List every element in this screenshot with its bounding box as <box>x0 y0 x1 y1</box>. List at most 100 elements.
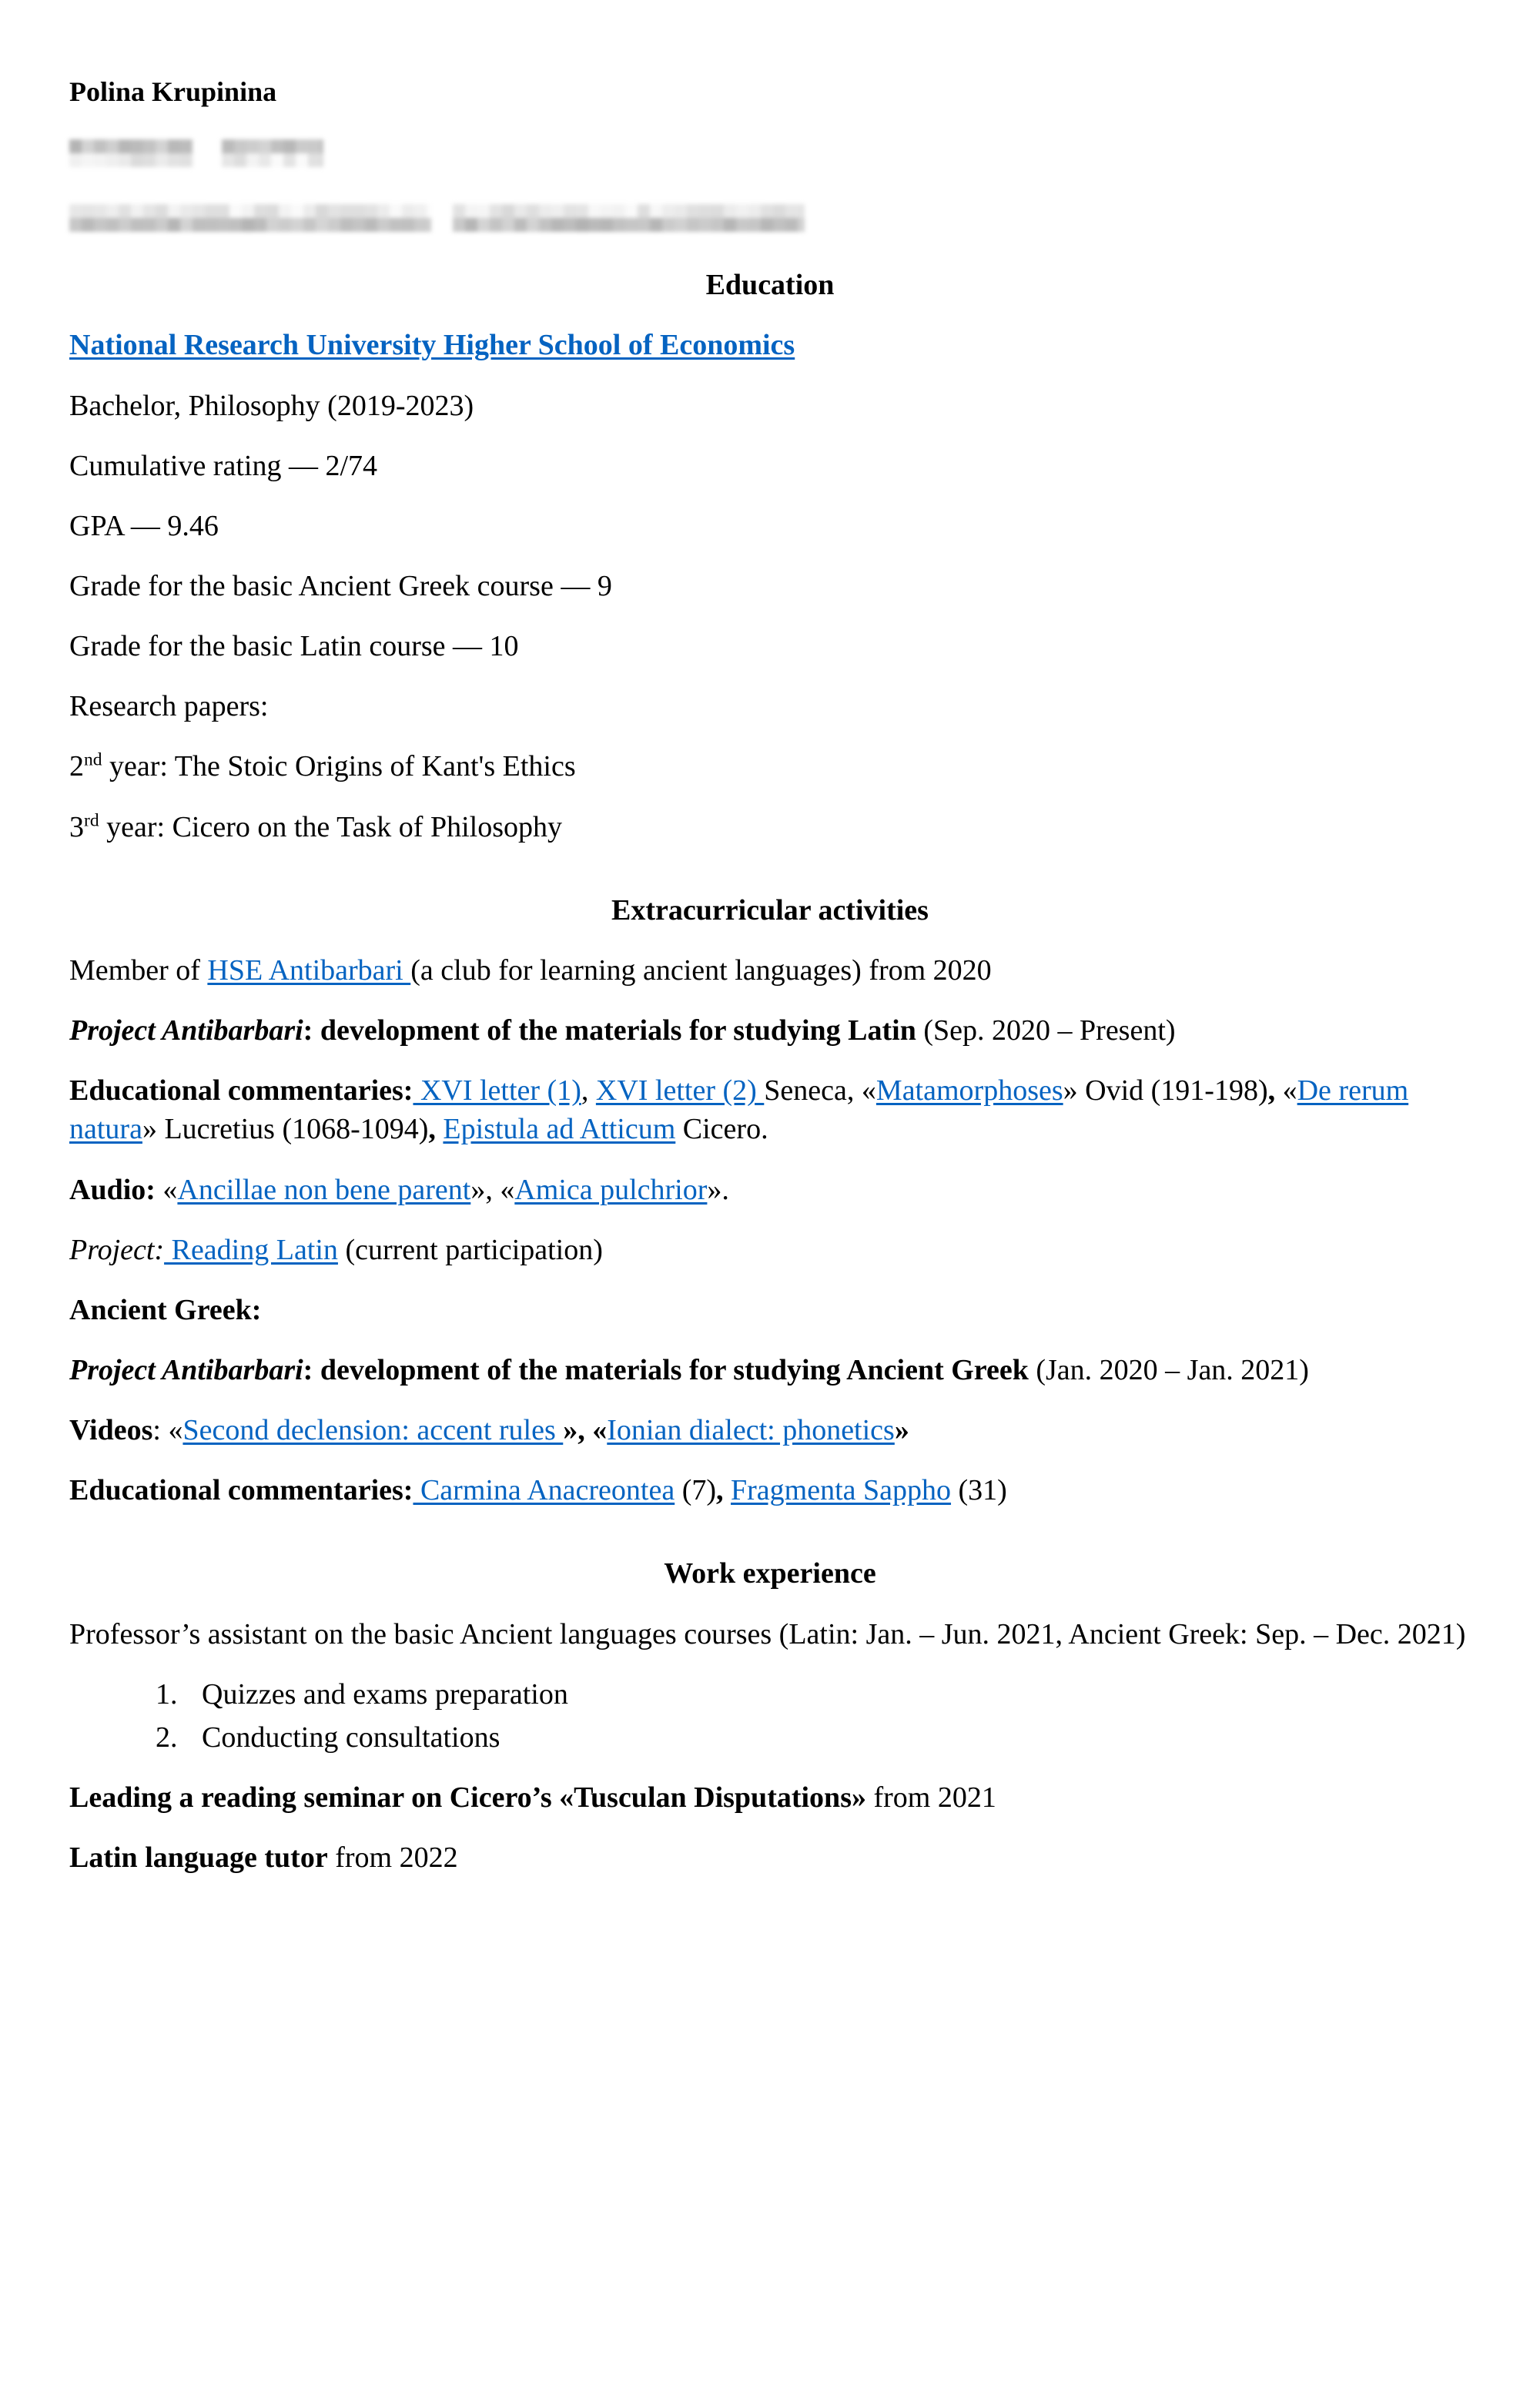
redaction-block <box>69 204 805 235</box>
redaction-pixel <box>736 218 748 233</box>
link-reading-latin[interactable]: Reading Latin <box>164 1234 338 1266</box>
redacted-contact-line-2 <box>69 204 1471 235</box>
redaction-pixel <box>69 153 82 168</box>
redaction-pixel <box>143 139 156 154</box>
reading-project-suffix: (current participation) <box>337 1233 603 1266</box>
redaction-pixel <box>279 204 291 219</box>
link-matamorphoses[interactable]: Matamorphoses <box>876 1074 1063 1107</box>
redaction-pixel <box>613 218 625 233</box>
redaction-pixel <box>254 218 266 233</box>
list-item: Conducting consultations <box>185 1718 1471 1757</box>
ordinal-number: 2 <box>69 750 84 783</box>
redaction-pixel <box>402 204 414 219</box>
redaction-pixel <box>316 218 328 233</box>
redaction-pixel <box>748 204 761 219</box>
redaction-pixel <box>291 204 303 219</box>
redaction-pixel <box>414 218 427 233</box>
author-seneca: Seneca, « <box>764 1074 876 1107</box>
link-ionian-dialect-phonetics[interactable]: Ionian dialect: phonetics <box>607 1414 895 1446</box>
redaction-pixel <box>234 153 246 168</box>
link-carmina-anacreontea[interactable]: Carmina Anacreontea <box>413 1474 675 1506</box>
ordinal-number: 3 <box>69 810 84 843</box>
research-paper-year-2: 2nd year: The Stoic Origins of Kant's Et… <box>69 747 1471 786</box>
redaction-pixel <box>168 218 180 233</box>
redaction-pixel <box>601 218 613 233</box>
ordinal-suffix: nd <box>84 749 102 770</box>
redacted-contact-line-1 <box>69 139 1471 170</box>
link-second-declension-accent-rules[interactable]: Second declension: accent rules <box>182 1414 563 1446</box>
tutor-title: Latin language tutor <box>69 1841 328 1875</box>
page-title: Polina Krupinina <box>69 76 277 107</box>
redaction-pixel <box>283 139 296 154</box>
extracurricular-membership: Member of HSE Antibarbari (a club for le… <box>69 951 1471 990</box>
redaction-pixel <box>377 218 390 233</box>
redaction-pixel <box>453 204 465 219</box>
redaction-pixel <box>143 153 156 168</box>
work-tutor-line: Latin language tutor from 2022 <box>69 1838 1471 1877</box>
redaction-pixel <box>119 204 131 219</box>
reading-project-line: Project: Reading Latin (current particip… <box>69 1231 1471 1269</box>
redaction-pixel <box>414 204 427 219</box>
redaction-pixel <box>798 218 805 233</box>
redaction-pixel <box>242 204 254 219</box>
redaction-pixel <box>242 218 254 233</box>
seminar-title: Leading a reading seminar on Cicero’s «T… <box>69 1781 866 1815</box>
link-fragmenta-sappho[interactable]: Fragmenta Sappho <box>731 1474 951 1506</box>
ancient-greek-label-text: Ancient Greek: <box>69 1293 262 1326</box>
redaction-pixel <box>246 139 259 154</box>
redaction-pixel <box>353 204 365 219</box>
link-ancillae-non-bene-parent[interactable]: Ancillae non bene parent <box>177 1174 470 1206</box>
link-xvi-letter-1[interactable]: XVI letter (1) <box>413 1074 581 1107</box>
redaction-pixel <box>736 204 748 219</box>
ordinal-suffix: rd <box>84 809 99 830</box>
redaction-pixel <box>477 218 490 233</box>
quote-mid: », « <box>563 1414 608 1447</box>
redaction-pixel <box>427 204 431 219</box>
ancient-greek-label: Ancient Greek: <box>69 1291 1471 1329</box>
resume-page: Polina Krupinina Education National Rese… <box>0 0 1540 2406</box>
redaction-pixel <box>798 204 805 219</box>
redaction-pixel <box>365 204 377 219</box>
redaction-pixel <box>291 218 303 233</box>
link-amica-pulchrior[interactable]: Amica pulchrior <box>514 1174 707 1206</box>
redaction-pixel <box>320 153 323 168</box>
redaction-pixel <box>259 153 271 168</box>
link-xvi-letter-2[interactable]: XVI letter (2) <box>596 1074 764 1107</box>
redaction-pixel <box>514 204 527 219</box>
redaction-pixel <box>308 153 320 168</box>
redaction-pixel <box>119 153 131 168</box>
redaction-pixel <box>69 204 82 219</box>
section-heading-education: Education <box>705 269 835 302</box>
redaction-pixel <box>283 153 296 168</box>
redaction-pixel <box>217 204 229 219</box>
redaction-pixel <box>353 218 365 233</box>
greek-project-title: Project Antibarbari <box>69 1354 303 1386</box>
redaction-pixel <box>551 204 564 219</box>
link-hse-antibarbari[interactable]: HSE Antibarbari <box>207 954 410 987</box>
link-hse-university[interactable]: National Research University Higher Scho… <box>69 329 795 361</box>
redaction-pixel <box>650 218 662 233</box>
redaction-pixel <box>613 204 625 219</box>
redaction-pixel <box>254 204 266 219</box>
latin-project-title: Project Antibarbari <box>69 1014 303 1047</box>
redaction-pixel <box>724 204 736 219</box>
redaction-pixel <box>377 204 390 219</box>
redaction-pixel <box>588 218 601 233</box>
redaction-pixel <box>601 204 613 219</box>
redaction-pixel <box>328 218 340 233</box>
greek-project-description: : development of the materials for study… <box>303 1354 1029 1386</box>
separator: , <box>428 1113 444 1146</box>
redaction-pixel <box>271 139 283 154</box>
membership-prefix: Member of <box>69 953 208 987</box>
count-sappho: (31) <box>951 1474 1007 1507</box>
education-gpa: GPA — 9.46 <box>69 509 219 542</box>
redaction-pixel <box>106 139 119 154</box>
link-epistula-ad-atticum[interactable]: Epistula ad Atticum <box>443 1113 675 1145</box>
redaction-pixel <box>699 204 711 219</box>
audio-line: Audio: «Ancillae non bene parent», «Amic… <box>69 1171 1471 1209</box>
redaction-pixel <box>143 204 156 219</box>
redaction-pixel <box>205 204 217 219</box>
redaction-pixel <box>271 153 283 168</box>
redaction-pixel <box>687 204 699 219</box>
redaction-pixel <box>69 218 82 233</box>
